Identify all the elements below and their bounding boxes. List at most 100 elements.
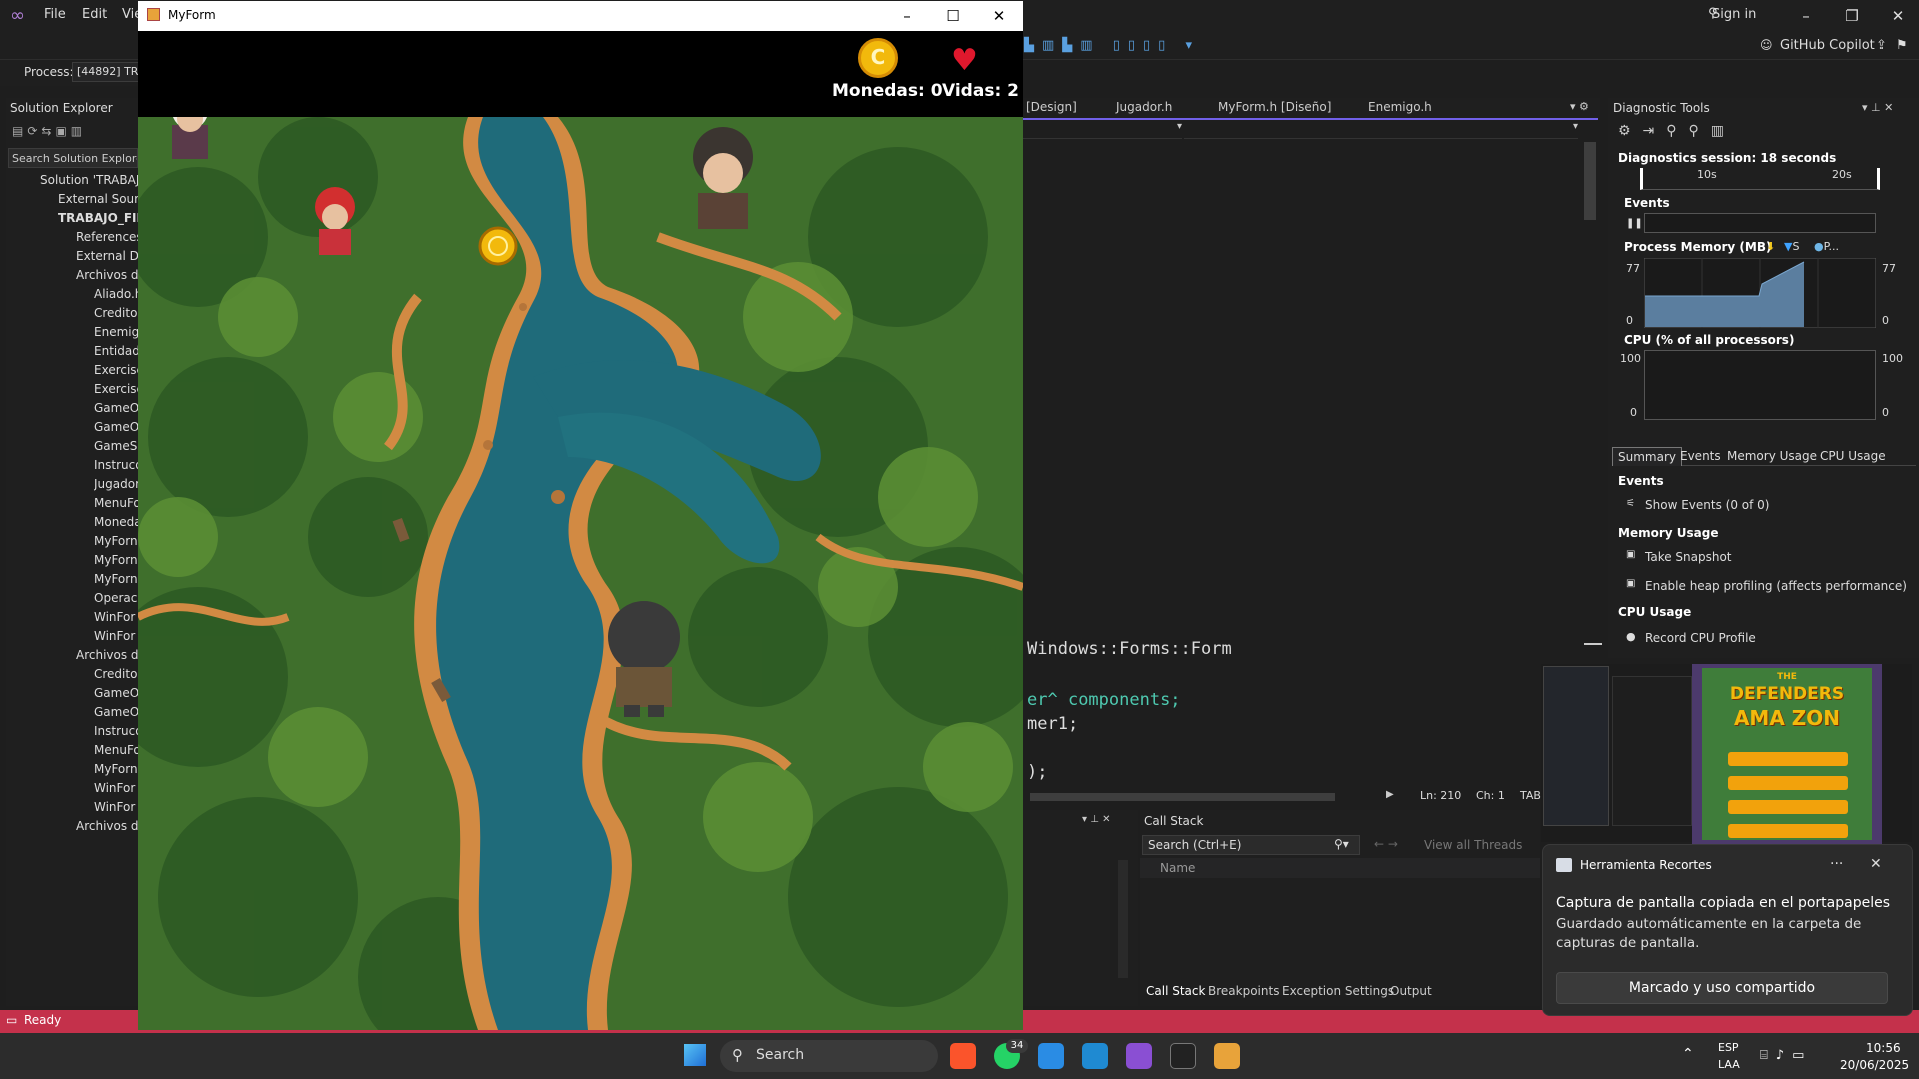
call-stack-search-input[interactable]: Search (Ctrl+E) [1142, 835, 1360, 855]
panel-controls-icon[interactable]: ▾ ⊥ ✕ [1862, 101, 1893, 114]
solution-tree-item[interactable]: Instruco [94, 724, 138, 738]
tab-cpu-usage[interactable]: CPU Usage [1820, 449, 1886, 463]
solution-tree-item[interactable]: Archivos de [76, 648, 138, 662]
solution-tree-item[interactable]: WinFor [94, 610, 138, 624]
tab-breakpoints[interactable]: Breakpoints [1208, 984, 1279, 998]
scope-dropdown[interactable]: ▾ [1184, 121, 1578, 139]
memory-header[interactable]: Process Memory (MB) [1624, 240, 1771, 254]
brave-browser-icon[interactable] [950, 1043, 976, 1069]
solution-tree-item[interactable]: MyForn [94, 572, 138, 586]
jungle-river-map[interactable] [138, 117, 1023, 1030]
solution-tree-item[interactable]: WinFor [94, 781, 138, 795]
solution-search-input[interactable]: Search Solution Explore [8, 148, 138, 168]
tray-chevron-icon[interactable]: ⌃ [1682, 1046, 1694, 1062]
screenshot-thumbnail[interactable] [1543, 666, 1609, 826]
view-all-threads[interactable]: View all Threads [1424, 838, 1522, 852]
terminal-icon[interactable] [1170, 1043, 1196, 1069]
tab-output[interactable]: Output [1390, 984, 1432, 998]
more-options-icon[interactable]: ··· [1830, 856, 1843, 872]
solution-tree-item[interactable]: MenuFo [94, 743, 138, 757]
scroll-right-icon[interactable]: ▶ [1386, 789, 1394, 800]
solution-tree-item[interactable]: Creditos [94, 306, 138, 320]
github-copilot-button[interactable]: GitHub Copilot [1780, 38, 1875, 53]
keyboard-layout[interactable]: LAA [1718, 1058, 1740, 1071]
diagnostic-toolbar-icon[interactable]: ⚙⇥⚲⚲▥ [1618, 123, 1736, 139]
solution-tree-item[interactable]: Entidad [94, 344, 138, 358]
debug-toolbar-icon[interactable]: ▙▥▙▥ ▯▯▯▯ ▾ [1024, 38, 1224, 54]
vs-restore-button[interactable]: ❐ [1832, 4, 1872, 28]
solution-tree-item[interactable]: GameO [94, 705, 138, 719]
events-header[interactable]: Events [1624, 196, 1670, 210]
solution-tree-item[interactable]: GameO [94, 420, 138, 434]
markup-share-button[interactable]: Marcado y uso compartido [1556, 972, 1888, 1004]
nav-arrows-icon[interactable]: ← → [1374, 837, 1398, 851]
solution-tree-item[interactable]: MenuFo [94, 496, 138, 510]
clock-date[interactable]: 20/06/2025 [1840, 1058, 1909, 1072]
take-snapshot-button[interactable]: Take Snapshot [1645, 550, 1732, 564]
cpu-header[interactable]: CPU (% of all processors) [1624, 333, 1794, 347]
solution-tree-item[interactable]: Exercise [94, 382, 138, 396]
search-icon[interactable]: ⚲▾ [1334, 837, 1349, 851]
notepad-icon[interactable] [1082, 1043, 1108, 1069]
game-close-button[interactable]: ✕ [976, 1, 1022, 31]
game-minimize-button[interactable]: – [884, 1, 930, 31]
solution-tree-item[interactable]: Jugador [94, 477, 138, 491]
solution-tree-item[interactable]: Archivos de [76, 819, 138, 833]
tab-myform-design[interactable]: MyForm.h [Diseño] [1218, 100, 1331, 114]
menu-edit[interactable]: Edit [82, 7, 107, 22]
tab-overflow-icon[interactable]: ▾ ⚙ [1570, 100, 1589, 113]
editor-vertical-scrollbar[interactable] [1584, 142, 1596, 220]
editor-horizontal-scrollbar[interactable] [1030, 793, 1335, 801]
panel-controls-icon[interactable]: ▾ ⊥ ✕ [1082, 814, 1110, 825]
member-dropdown[interactable]: ▾ [1020, 121, 1182, 139]
process-selector[interactable]: [44892] TRA [72, 62, 142, 82]
solution-tree-item[interactable]: External Source [58, 192, 138, 206]
menu-file[interactable]: File [44, 7, 66, 22]
solution-tree-item[interactable]: Moneda [94, 515, 138, 529]
tab-summary[interactable]: Summary [1612, 447, 1682, 466]
defenders-amazon-thumbnail[interactable]: THE DEFENDERS AMA ZON [1692, 664, 1882, 844]
windows-start-icon[interactable] [684, 1044, 706, 1066]
solution-tree-item[interactable]: TRABAJO_FIN [58, 211, 138, 225]
sign-in-link[interactable]: Sign in [1712, 7, 1756, 22]
solution-tree-item[interactable]: WinFor [94, 800, 138, 814]
solution-tree-item[interactable]: GameO [94, 401, 138, 415]
vscode-icon[interactable] [1038, 1043, 1064, 1069]
solution-tree-item[interactable]: External De [76, 249, 138, 263]
system-tray-icon[interactable]: ⌸♪▭ [1760, 1048, 1812, 1063]
tab-memory-usage[interactable]: Memory Usage [1727, 449, 1817, 463]
game-maximize-button[interactable]: ☐ [930, 1, 976, 31]
solution-tree-item[interactable]: Aliado.h [94, 287, 138, 301]
solution-tree-item[interactable]: Enemig [94, 325, 138, 339]
heap-profiling-toggle[interactable]: Enable heap profiling (affects performan… [1645, 579, 1907, 593]
tab-call-stack[interactable]: Call Stack [1146, 984, 1205, 998]
solution-tree-item[interactable]: Instruco [94, 458, 138, 472]
feedback-icon[interactable]: ⚑ [1896, 38, 1908, 53]
solution-tree-item[interactable]: Exercise [94, 363, 138, 377]
solution-tree-item[interactable]: GameO [94, 686, 138, 700]
solution-tree-item[interactable]: References [76, 230, 138, 244]
tab-exception-settings[interactable]: Exception Settings [1282, 984, 1394, 998]
language-indicator[interactable]: ESP [1718, 1041, 1739, 1054]
vs-close-button[interactable]: ✕ [1878, 4, 1918, 28]
solution-tree-item[interactable]: Creditos [94, 667, 138, 681]
clock-time[interactable]: 10:56 [1866, 1041, 1901, 1055]
tab-events[interactable]: Events [1680, 449, 1721, 463]
solution-explorer-toolbar-icon[interactable]: ▤⟳⇆▣▥ [12, 124, 86, 138]
vs-minimize-button[interactable]: – [1786, 4, 1826, 28]
tab-enemigo[interactable]: Enemigo.h [1368, 100, 1432, 114]
close-notification-icon[interactable]: ✕ [1870, 856, 1882, 872]
tab-jugador[interactable]: Jugador.h [1116, 100, 1172, 114]
pause-icon[interactable]: ❚❚ [1626, 218, 1643, 229]
solution-tree-item[interactable]: GameSe [94, 439, 138, 453]
solution-tree-item[interactable]: Archivos de [76, 268, 138, 282]
solution-tree-item[interactable]: Solution 'TRABAJO [40, 173, 138, 187]
solution-tree-item[interactable]: MyForn [94, 762, 138, 776]
tab-design[interactable]: [Design] [1026, 100, 1077, 114]
panel-scrollbar[interactable] [1118, 860, 1128, 978]
show-events-link[interactable]: Show Events (0 of 0) [1645, 498, 1769, 512]
solution-tree-item[interactable]: MyForn [94, 534, 138, 548]
share-icon[interactable]: ⇪ [1876, 38, 1887, 53]
screenshot-thumbnail[interactable] [1612, 676, 1692, 826]
taskbar-search[interactable]: Search [720, 1040, 938, 1072]
